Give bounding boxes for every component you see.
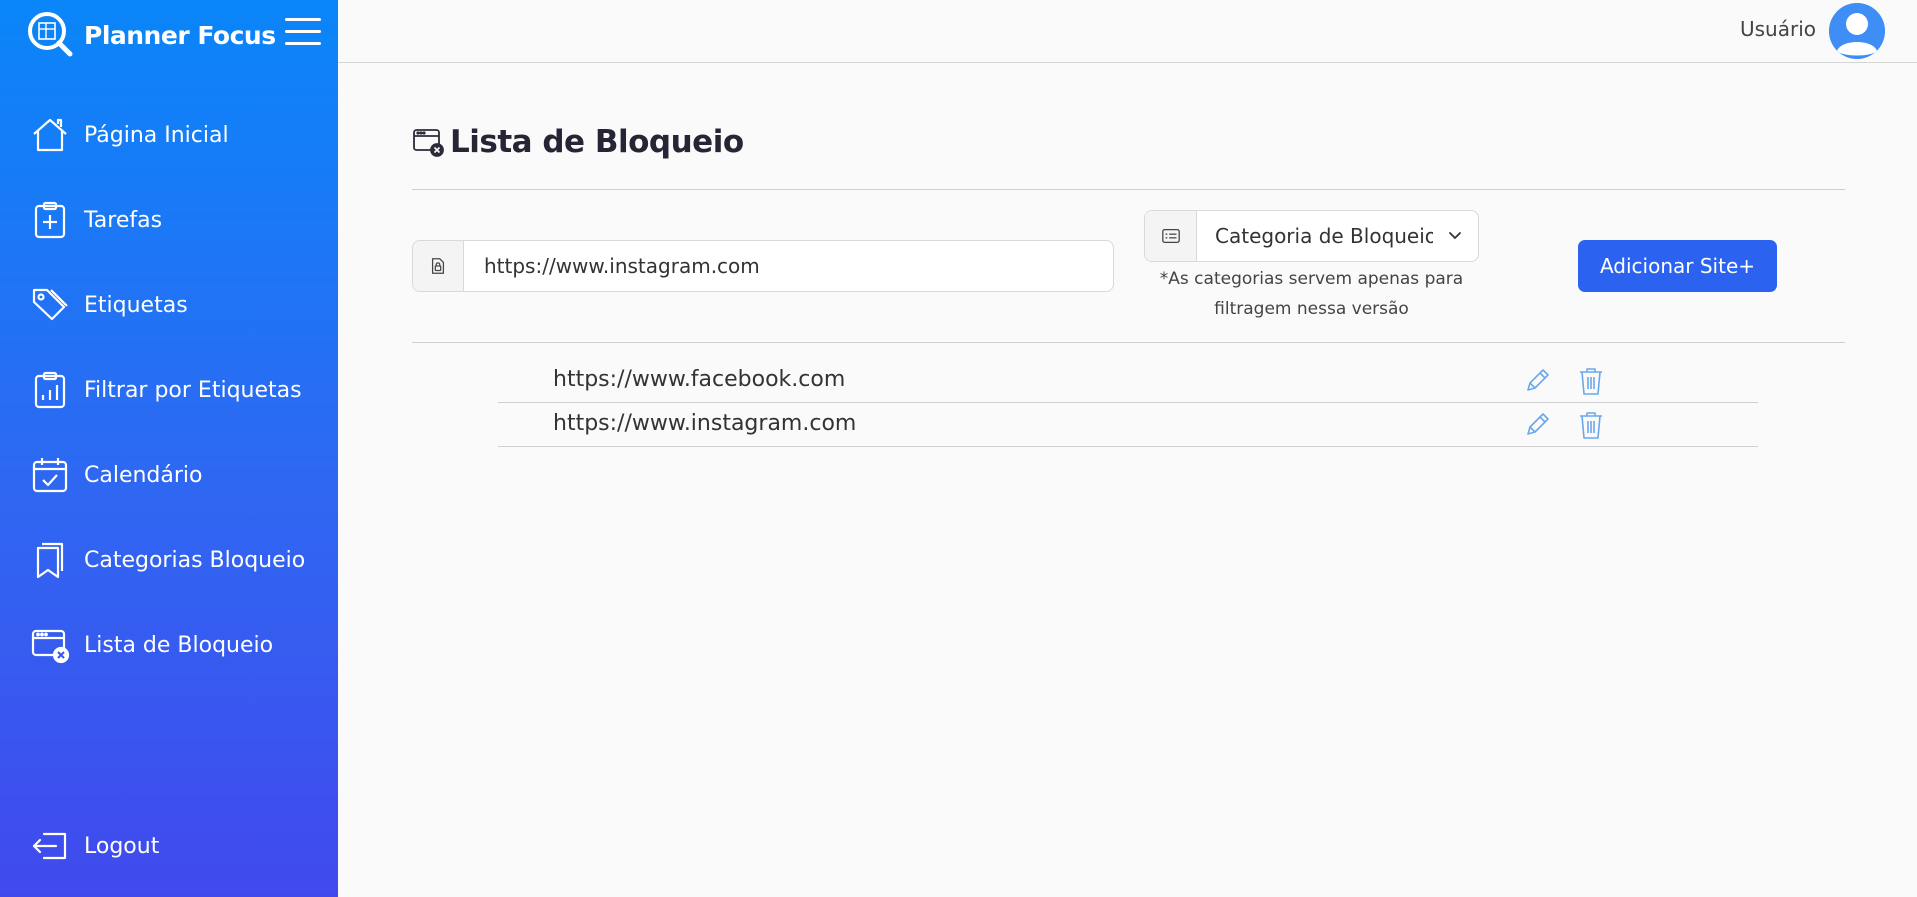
sidebar-item-label: Lista de Bloqueio xyxy=(84,632,274,658)
sidebar-item-pagina-inicial[interactable]: Página Inicial xyxy=(30,110,229,160)
user-avatar-icon[interactable] xyxy=(1829,3,1885,59)
planner-focus-logo-icon xyxy=(28,12,73,57)
page-title: Lista de Bloqueio xyxy=(450,124,744,160)
sidebar: Planner Focus Página Inicial Tarefas Eti… xyxy=(0,0,338,897)
category-select[interactable]: Categoria de Bloqueio xyxy=(1197,211,1478,261)
app-name: Planner Focus xyxy=(84,20,276,50)
sidebar-item-etiquetas[interactable]: Etiquetas xyxy=(30,280,188,330)
trash-icon[interactable] xyxy=(1577,366,1605,396)
menu-toggle-icon[interactable] xyxy=(285,18,321,48)
trash-icon[interactable] xyxy=(1577,410,1605,440)
site-url: https://www.instagram.com xyxy=(553,411,857,436)
sidebar-item-label: Tarefas xyxy=(84,207,163,233)
sidebar-item-label: Calendário xyxy=(84,462,203,488)
url-input-group xyxy=(412,240,1114,292)
calendar-check-icon xyxy=(32,458,68,493)
category-list-icon xyxy=(1145,211,1197,261)
chevron-down-icon xyxy=(1449,232,1461,239)
sidebar-item-calendario[interactable]: Calendário xyxy=(30,450,203,500)
top-bar: Usuário xyxy=(338,0,1917,63)
blocked-window-icon xyxy=(413,129,444,157)
logout-label: Logout xyxy=(84,833,160,859)
logout-button[interactable]: Logout xyxy=(30,821,159,871)
sidebar-item-filtrar-por-etiquetas[interactable]: Filtrar por Etiquetas xyxy=(30,365,302,415)
blocked-window-icon xyxy=(31,629,70,664)
tags-icon xyxy=(32,288,68,321)
site-url: https://www.facebook.com xyxy=(553,367,846,392)
sidebar-item-categorias-bloqueio[interactable]: Categorias Bloqueio xyxy=(30,535,305,585)
form-divider xyxy=(412,342,1845,343)
list-item: https://www.facebook.com xyxy=(498,359,1758,403)
category-select-group: Categoria de Bloqueio xyxy=(1144,210,1479,262)
sidebar-item-lista-de-bloqueio[interactable]: Lista de Bloqueio xyxy=(30,620,273,670)
lock-file-icon xyxy=(413,241,464,291)
category-select-value: Categoria de Bloqueio xyxy=(1215,224,1433,248)
sidebar-item-label: Etiquetas xyxy=(84,292,188,318)
sidebar-item-label: Categorias Bloqueio xyxy=(84,547,306,573)
page-header: Lista de Bloqueio xyxy=(412,124,744,160)
clipboard-chart-icon xyxy=(34,371,66,409)
logout-icon xyxy=(32,832,67,860)
edit-pencil-icon[interactable] xyxy=(1523,367,1551,395)
category-note: *As categorias servem apenas para filtra… xyxy=(1159,269,1464,319)
edit-pencil-icon[interactable] xyxy=(1523,411,1551,439)
title-divider xyxy=(412,189,1845,190)
blocked-sites-list: https://www.facebook.com https://www.ins… xyxy=(498,359,1758,447)
list-item: https://www.instagram.com xyxy=(498,403,1758,447)
sidebar-item-label: Página Inicial xyxy=(84,122,229,148)
clipboard-plus-icon xyxy=(34,201,66,239)
site-url-input[interactable] xyxy=(464,241,1113,291)
bookmarks-icon xyxy=(36,542,64,579)
sidebar-item-label: Filtrar por Etiquetas xyxy=(84,377,302,403)
brand[interactable]: Planner Focus xyxy=(26,10,276,60)
user-name[interactable]: Usuário xyxy=(1740,17,1816,41)
home-icon xyxy=(33,118,67,152)
add-site-button[interactable]: Adicionar Site+ xyxy=(1578,240,1777,292)
sidebar-item-tarefas[interactable]: Tarefas xyxy=(30,195,162,245)
